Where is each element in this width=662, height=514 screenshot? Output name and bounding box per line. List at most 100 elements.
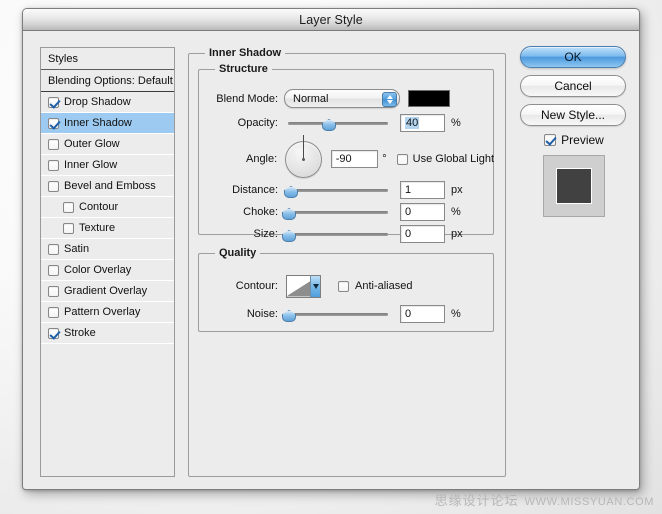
opacity-input[interactable]: 40: [400, 114, 445, 132]
contour-label: Contour:: [235, 280, 278, 292]
style-enable-checkbox[interactable]: [48, 138, 59, 150]
style-enable-checkbox[interactable]: [48, 243, 59, 255]
size-slider[interactable]: [288, 227, 388, 241]
size-slider-thumb[interactable]: [282, 228, 294, 240]
noise-value: 0: [405, 308, 412, 320]
style-list-item[interactable]: Drop Shadow: [41, 92, 174, 113]
angle-input[interactable]: -90: [330, 150, 379, 168]
opacity-slider[interactable]: [288, 116, 388, 130]
blend-mode-select[interactable]: Normal: [284, 89, 400, 108]
style-list-item-label: Outer Glow: [64, 138, 120, 150]
distance-input[interactable]: 1: [400, 181, 445, 199]
noise-slider-track: [288, 313, 388, 316]
preview-toggle-row[interactable]: Preview: [520, 133, 628, 147]
opacity-unit: %: [451, 117, 461, 129]
blend-mode-label: Blend Mode:: [216, 92, 278, 105]
shadow-color-swatch[interactable]: [408, 90, 450, 107]
distance-slider-thumb[interactable]: [284, 184, 296, 196]
style-list-item[interactable]: Texture: [41, 218, 174, 239]
size-slider-track: [288, 233, 388, 236]
style-list-item[interactable]: Color Overlay: [41, 260, 174, 281]
opacity-slider-thumb[interactable]: [322, 117, 334, 129]
style-list-item-label: Color Overlay: [64, 264, 132, 276]
style-list-item-label: Inner Shadow: [64, 117, 132, 129]
distance-row: Distance: 1 px: [210, 181, 494, 199]
noise-input[interactable]: 0: [400, 305, 445, 323]
dialog-titlebar[interactable]: Layer Style: [23, 9, 639, 31]
size-label: Size:: [253, 228, 278, 240]
choke-unit: %: [451, 206, 461, 218]
style-enable-checkbox[interactable]: [48, 306, 59, 318]
choke-label: Choke:: [243, 206, 278, 218]
angle-dial-needle: [302, 135, 304, 159]
use-global-light-checkbox[interactable]: [396, 153, 408, 165]
dialog-title: Layer Style: [299, 12, 363, 27]
styles-header: Styles: [41, 48, 174, 70]
style-list-item-label: Satin: [64, 243, 90, 255]
preview-swatch-square: [556, 168, 592, 204]
size-row: Size: 0 px: [210, 225, 494, 243]
distance-slider-track: [288, 189, 388, 192]
style-list-item-label: Pattern Overlay: [64, 306, 141, 318]
style-list-item-label: Drop Shadow: [64, 96, 131, 108]
blending-options-row[interactable]: Blending Options: Default: [41, 70, 174, 92]
style-enable-checkbox[interactable]: [48, 159, 59, 171]
style-list-item-label: Contour: [79, 201, 119, 213]
new-style-button[interactable]: New Style...: [520, 104, 626, 126]
preview-label: Preview: [561, 133, 604, 147]
contour-curve-icon[interactable]: [286, 274, 321, 298]
style-enable-checkbox[interactable]: [63, 201, 74, 213]
style-list-item[interactable]: Inner Glow: [41, 155, 174, 176]
style-enable-checkbox[interactable]: [48, 180, 59, 192]
contour-row: Contour: Anti-aliased: [210, 273, 494, 299]
style-enable-checkbox[interactable]: [48, 96, 59, 108]
style-list-item[interactable]: Bevel and Emboss: [41, 176, 174, 197]
styles-list-filler: [41, 344, 174, 476]
anti-aliased-checkbox[interactable]: [338, 280, 349, 292]
style-list-item[interactable]: Stroke: [41, 323, 174, 344]
style-list-item-label: Stroke: [64, 327, 96, 339]
distance-value: 1: [405, 184, 412, 196]
style-list-item[interactable]: Gradient Overlay: [41, 281, 174, 302]
style-list-item[interactable]: Inner Shadow: [41, 113, 174, 134]
noise-slider[interactable]: [288, 307, 388, 321]
style-enable-checkbox[interactable]: [48, 117, 59, 129]
style-list-item-label: Inner Glow: [64, 159, 118, 171]
angle-dial-icon[interactable]: [285, 135, 322, 178]
size-input[interactable]: 0: [400, 225, 445, 243]
noise-slider-thumb[interactable]: [282, 308, 294, 320]
distance-unit: px: [451, 184, 463, 196]
style-list-item[interactable]: Contour: [41, 197, 174, 218]
style-list-item[interactable]: Outer Glow: [41, 134, 174, 155]
noise-label: Noise:: [246, 308, 278, 320]
angle-unit: °: [382, 153, 387, 165]
choke-row: Choke: 0 %: [210, 203, 494, 221]
dialog-actions: OK Cancel New Style... Preview: [520, 46, 628, 217]
effect-settings-panel: Inner Shadow Structure Blend Mode: Norma…: [188, 47, 506, 477]
choke-input[interactable]: 0: [400, 203, 445, 221]
quality-group-title: Quality: [219, 247, 257, 259]
style-enable-checkbox[interactable]: [48, 264, 59, 276]
style-list-item[interactable]: Satin: [41, 239, 174, 260]
choke-slider[interactable]: [288, 205, 388, 219]
preview-checkbox[interactable]: [544, 134, 557, 146]
chevron-down-icon[interactable]: [310, 275, 320, 297]
cancel-button[interactable]: Cancel: [520, 75, 626, 97]
use-global-light-label: Use Global Light: [412, 153, 494, 165]
distance-label: Distance:: [232, 184, 278, 196]
size-value: 0: [405, 228, 412, 240]
style-enable-checkbox[interactable]: [63, 222, 74, 234]
distance-slider[interactable]: [288, 183, 388, 197]
updown-stepper-icon[interactable]: [382, 91, 397, 107]
angle-dial-center: [301, 157, 305, 161]
choke-slider-thumb[interactable]: [282, 206, 294, 218]
opacity-label: Opacity:: [237, 117, 278, 129]
opacity-value: 40: [405, 117, 420, 129]
style-enable-checkbox[interactable]: [48, 285, 59, 297]
style-list-item[interactable]: Pattern Overlay: [41, 302, 174, 323]
structure-group-title: Structure: [219, 63, 268, 75]
inner-shadow-group-title: Inner Shadow: [209, 47, 282, 59]
ok-button[interactable]: OK: [520, 46, 626, 68]
watermark-chinese: 思缘设计论坛: [434, 493, 519, 508]
style-enable-checkbox[interactable]: [48, 327, 59, 339]
